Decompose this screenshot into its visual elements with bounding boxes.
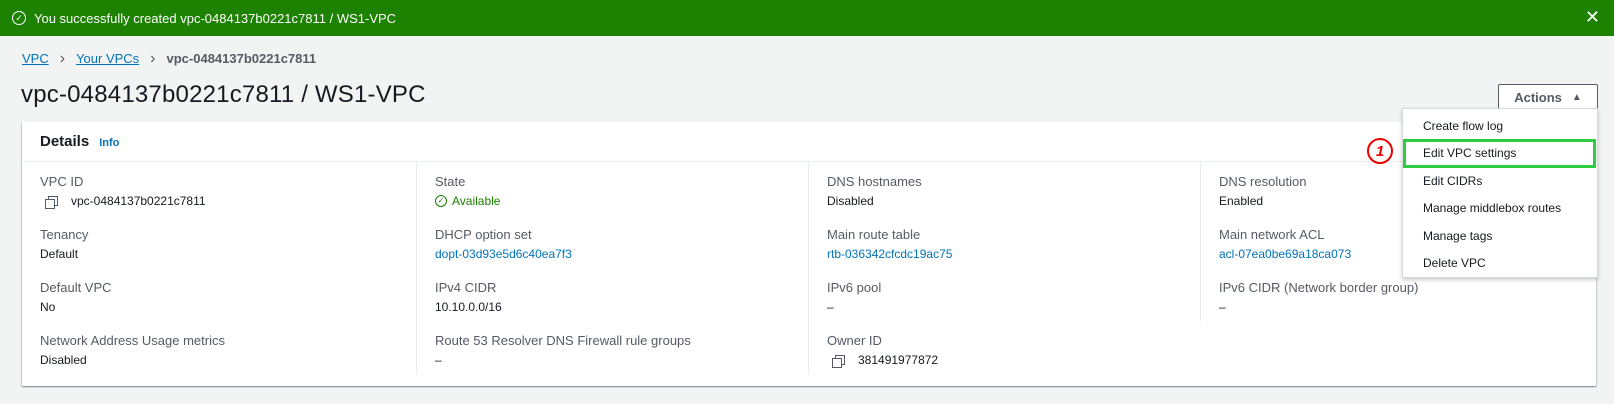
field-vpc-id: VPC ID vpc-0484137b0221c7811 — [40, 162, 416, 215]
field-label: DHCP option set — [435, 227, 532, 242]
tenancy-value: Default — [40, 247, 79, 261]
step-marker: 1 — [1367, 138, 1393, 164]
menu-item-create-flow-log[interactable]: Create flow log — [1403, 112, 1597, 140]
details-column-3: DNS hostnames Disabled Main route table … — [808, 162, 1202, 374]
menu-item-edit-vpc-settings[interactable]: Edit VPC settings — [1403, 138, 1596, 168]
field-label: Default VPC — [40, 280, 112, 295]
copy-icon[interactable] — [832, 354, 845, 368]
breadcrumb-vpc[interactable]: VPC — [22, 51, 49, 66]
chevron-right-icon: › — [59, 50, 66, 67]
caret-up-icon: ▲ — [1571, 92, 1582, 103]
page-title: vpc-0484137b0221c7811 / WS1-VPC — [21, 81, 426, 108]
info-link[interactable]: Info — [99, 137, 119, 149]
field-label: IPv6 CIDR (Network border group) — [1219, 280, 1419, 295]
field-state: State ✓ Available — [435, 162, 810, 215]
route-table-link[interactable]: rtb-036342cfcdc19ac75 — [827, 247, 1202, 261]
field-value-row: vpc-0484137b0221c7811 — [40, 194, 416, 209]
field-dns-hostnames: DNS hostnames Disabled — [827, 162, 1202, 215]
menu-item-manage-tags[interactable]: Manage tags — [1403, 222, 1597, 250]
field-tenancy: Tenancy Default — [40, 215, 416, 268]
field-owner-id: Owner ID 381491977872 — [827, 321, 1202, 374]
menu-item-manage-middlebox-routes[interactable]: Manage middlebox routes — [1403, 195, 1597, 223]
actions-button[interactable]: Actions ▲ — [1498, 84, 1598, 111]
details-column-2: State ✓ Available DHCP option set dopt-0… — [416, 162, 810, 374]
ipv4-cidr-value: 10.10.0.0/16 — [435, 300, 502, 314]
field-value-row: ✓ Available — [435, 194, 810, 208]
field-ipv4-cidr: IPv4 CIDR 10.10.0.0/16 — [435, 268, 810, 321]
route53-firewall-value: – — [435, 353, 442, 367]
field-ipv6-pool: IPv6 pool – — [827, 268, 1202, 321]
field-label: Route 53 Resolver DNS Firewall rule grou… — [435, 333, 691, 348]
details-panel: Details Info VPC ID vpc-0484137b0221c781… — [22, 122, 1596, 386]
field-label: IPv6 pool — [827, 280, 882, 295]
field-label: State — [435, 174, 466, 189]
details-heading: Details — [40, 133, 90, 150]
vpc-id-value: vpc-0484137b0221c7811 — [71, 194, 206, 208]
dns-hostnames-value: Disabled — [827, 194, 874, 208]
menu-item-edit-cidrs[interactable]: Edit CIDRs — [1403, 167, 1597, 195]
field-label: Network Address Usage metrics — [40, 333, 225, 348]
field-label: Main route table — [827, 227, 921, 242]
actions-dropdown-menu: Create flow log Edit VPC settings Edit C… — [1402, 108, 1598, 278]
field-label: IPv4 CIDR — [435, 280, 497, 295]
nau-metrics-value: Disabled — [40, 353, 87, 367]
flash-message: You successfully created vpc-0484137b022… — [34, 10, 397, 26]
breadcrumb: VPC › Your VPCs › vpc-0484137b0221c7811 — [22, 50, 317, 67]
field-label: DNS hostnames — [827, 174, 922, 189]
menu-item-delete-vpc[interactable]: Delete VPC — [1403, 250, 1597, 278]
default-vpc-value: No — [40, 300, 56, 314]
close-icon[interactable]: ✕ — [1585, 8, 1600, 26]
field-label: Tenancy — [40, 227, 89, 242]
field-dhcp: DHCP option set dopt-03d93e5d6c40ea7f3 — [435, 215, 810, 268]
field-nau-metrics: Network Address Usage metrics Disabled — [40, 321, 416, 374]
breadcrumb-your-vpcs[interactable]: Your VPCs — [76, 51, 139, 66]
ipv6-pool-value: – — [827, 300, 834, 314]
check-circle-icon: ✓ — [435, 195, 447, 207]
field-main-route-table: Main route table rtb-036342cfcdc19ac75 — [827, 215, 1202, 268]
ipv6-cidr-value: – — [1219, 300, 1226, 314]
breadcrumb-current: vpc-0484137b0221c7811 — [166, 51, 317, 66]
field-value-row: 381491977872 — [827, 353, 1202, 368]
actions-label: Actions — [1514, 90, 1562, 105]
field-label: Owner ID — [827, 333, 882, 348]
success-check-icon: ✓ — [12, 11, 26, 25]
state-value: Available — [452, 194, 501, 208]
chevron-right-icon: › — [150, 50, 156, 67]
success-flash-bar: ✓ You successfully created vpc-0484137b0… — [0, 0, 1614, 36]
owner-id-value: 381491977872 — [858, 353, 939, 367]
field-default-vpc: Default VPC No — [40, 268, 416, 321]
copy-icon[interactable] — [45, 195, 58, 209]
dhcp-option-link[interactable]: dopt-03d93e5d6c40ea7f3 — [435, 247, 810, 261]
field-label: VPC ID — [40, 174, 84, 189]
details-header: Details Info — [22, 122, 1596, 162]
details-column-1: VPC ID vpc-0484137b0221c7811 Tenancy Def… — [22, 162, 416, 374]
field-route53-firewall: Route 53 Resolver DNS Firewall rule grou… — [435, 321, 810, 374]
